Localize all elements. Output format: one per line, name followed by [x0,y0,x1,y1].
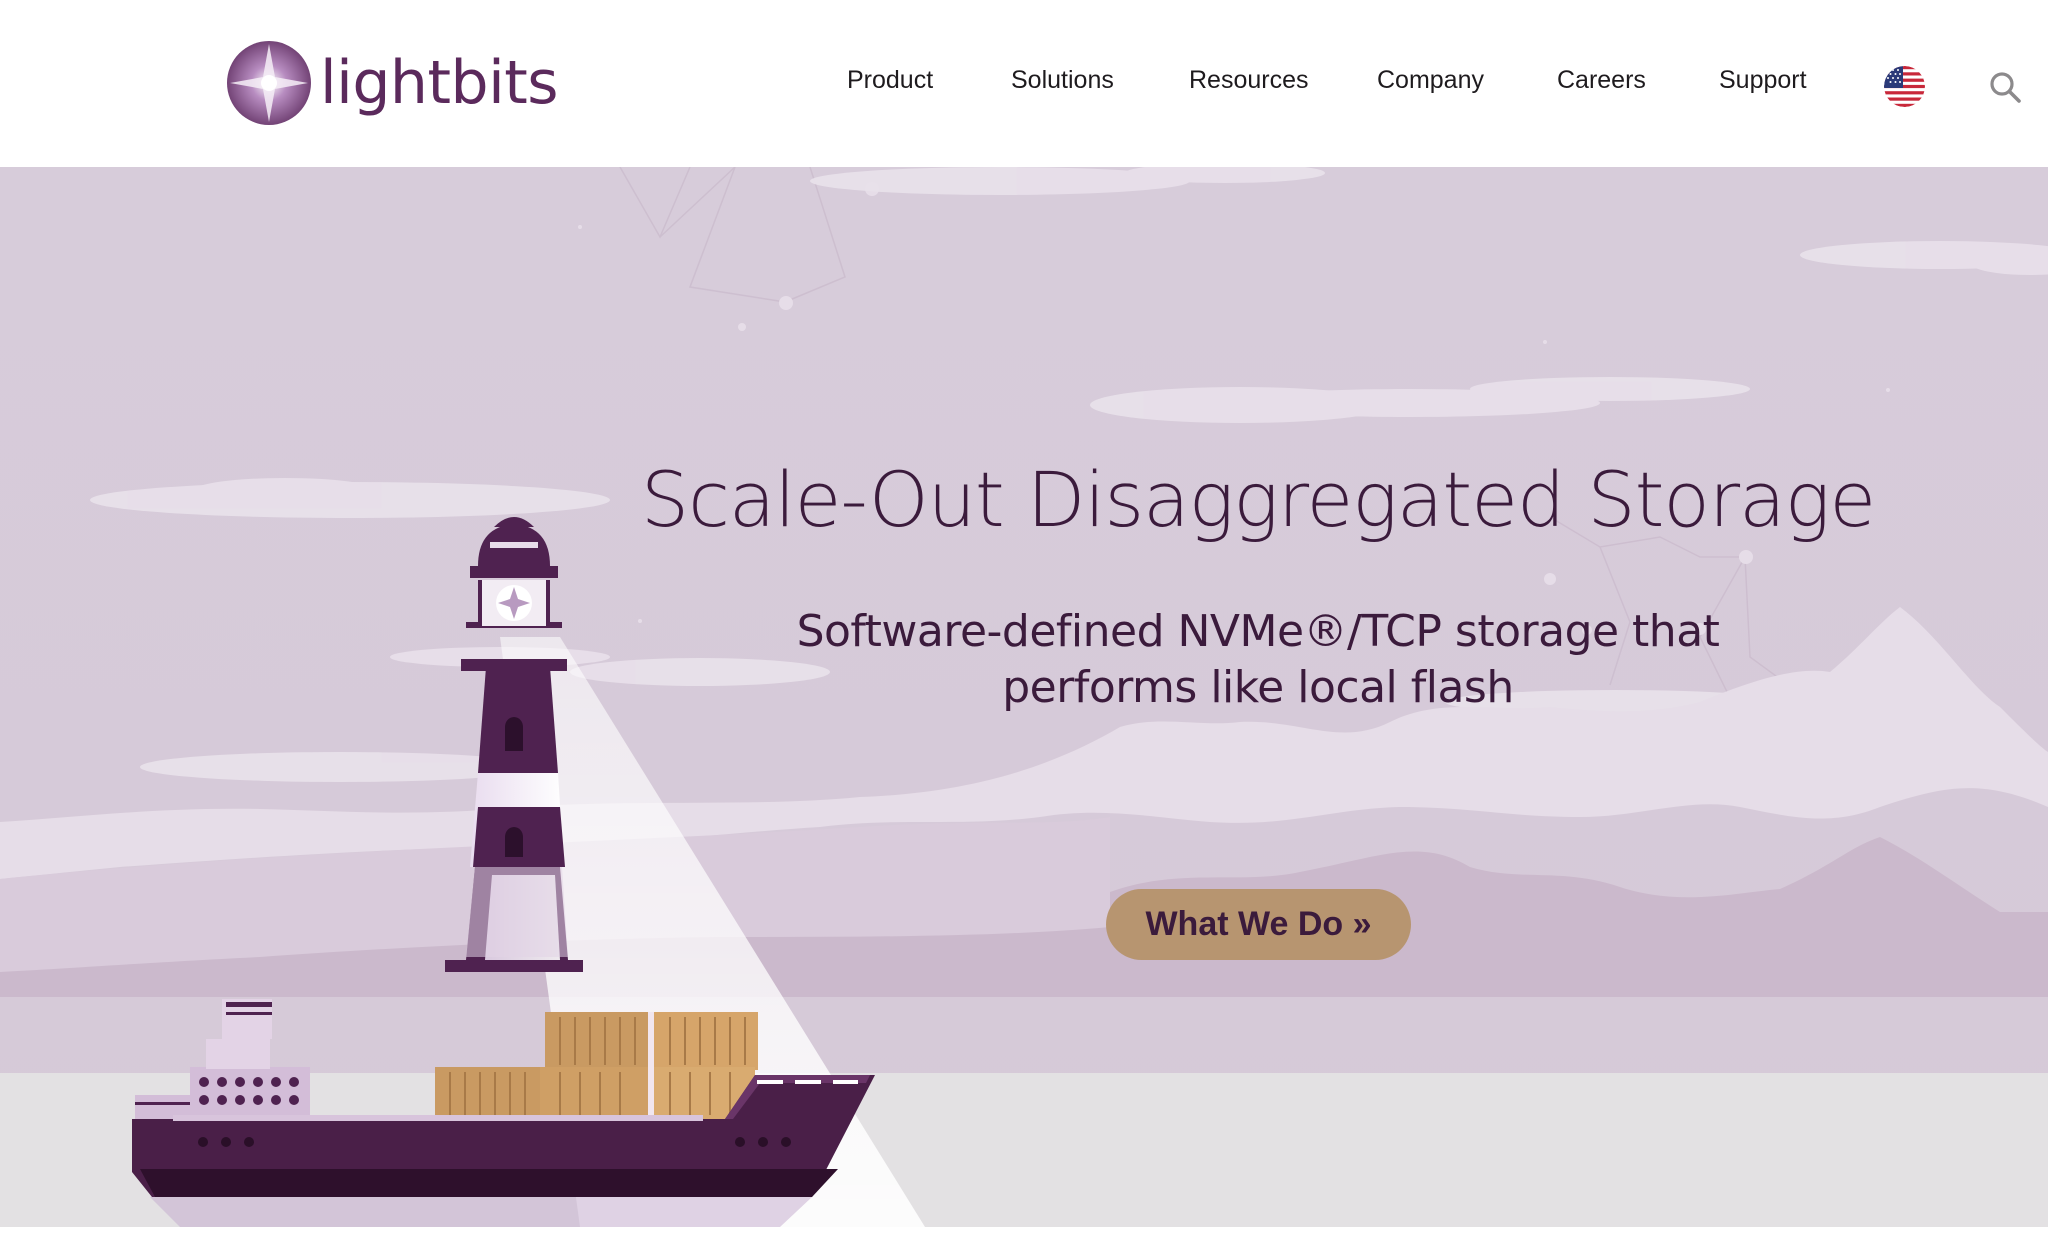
nav-item-product[interactable]: Product [847,66,933,95]
hero-subtitle-line-2: performs like local flash [1002,661,1514,713]
hero-subtitle-line-1: Software-defined NVMe®/TCP storage that [796,606,1720,657]
hero-section: Scale-Out Disaggregated Storage Software… [0,167,2048,1227]
nav-item-resources[interactable]: Resources [1189,66,1309,95]
lightbits-logo-icon [227,41,311,125]
search-icon[interactable] [1988,70,2022,104]
site-header: lightbits Product Solutions Resources Co… [0,0,2048,167]
nav-item-solutions[interactable]: Solutions [1011,66,1114,95]
hero-title: Scale-Out Disaggregated Storage [640,455,1876,544]
nav-item-company[interactable]: Company [1377,66,1484,95]
us-flag-icon[interactable] [1884,66,1925,107]
nav-item-support[interactable]: Support [1719,66,1807,95]
hero-subtitle: Software-defined NVMe®/TCP storage that … [700,604,1816,716]
brand-name: lightbits [320,48,559,118]
nav-item-careers[interactable]: Careers [1557,66,1646,95]
brand-logo[interactable]: lightbits [226,38,559,128]
what-we-do-button[interactable]: What We Do » [1106,889,1411,960]
